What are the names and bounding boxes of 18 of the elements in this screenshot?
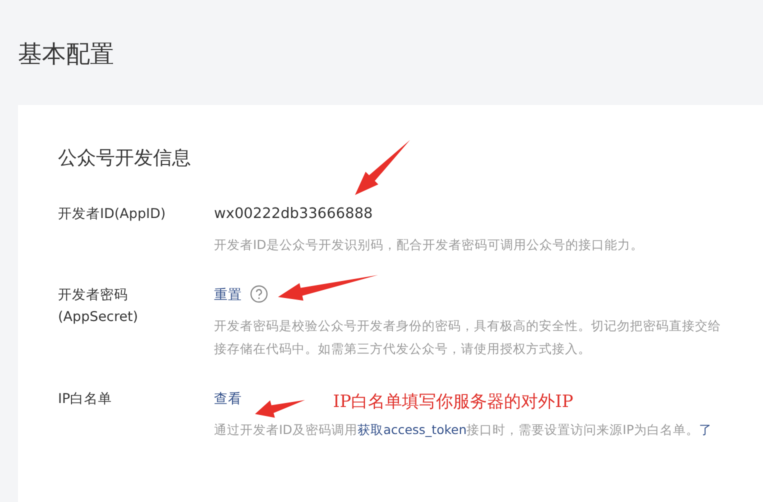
section-title: 公众号开发信息 xyxy=(58,146,192,171)
annotation-arrow xyxy=(355,140,410,195)
field-link[interactable]: 查看 xyxy=(214,391,242,407)
field-label: IP白名单 xyxy=(58,390,114,409)
page-title: 基本配置 xyxy=(17,39,115,70)
help-text: 开发者ID是公众号开发识别码，配合开发者密码可调用公众号的接口能力。 xyxy=(214,236,644,254)
annotation-arrow xyxy=(255,400,305,418)
help-text: 接存储在代码中。如需第三方代发公众号，请使用授权方式接入。 xyxy=(214,340,592,358)
help-text: 开发者密码是校验公众号开发者身份的密码，具有极高的安全性。切记勿把密码直接交给 xyxy=(214,317,721,335)
help-text: 通过开发者ID及密码调用获取access_token接口时，需要设置访问来源IP为白名单。了 xyxy=(214,421,712,439)
help-link[interactable]: 了 xyxy=(698,422,712,437)
annotation-note: IP白名单填写你服务器的对外IP xyxy=(333,391,574,414)
field-value: wx00222db33666888 xyxy=(214,206,373,222)
help-link[interactable]: 获取access_token xyxy=(357,422,467,437)
field-link[interactable]: 重置 xyxy=(214,287,242,303)
help-icon[interactable] xyxy=(250,285,268,303)
field-label: 开发者ID(AppID) xyxy=(58,205,167,224)
field-label: 开发者密码 (AppSecret) xyxy=(58,286,140,327)
